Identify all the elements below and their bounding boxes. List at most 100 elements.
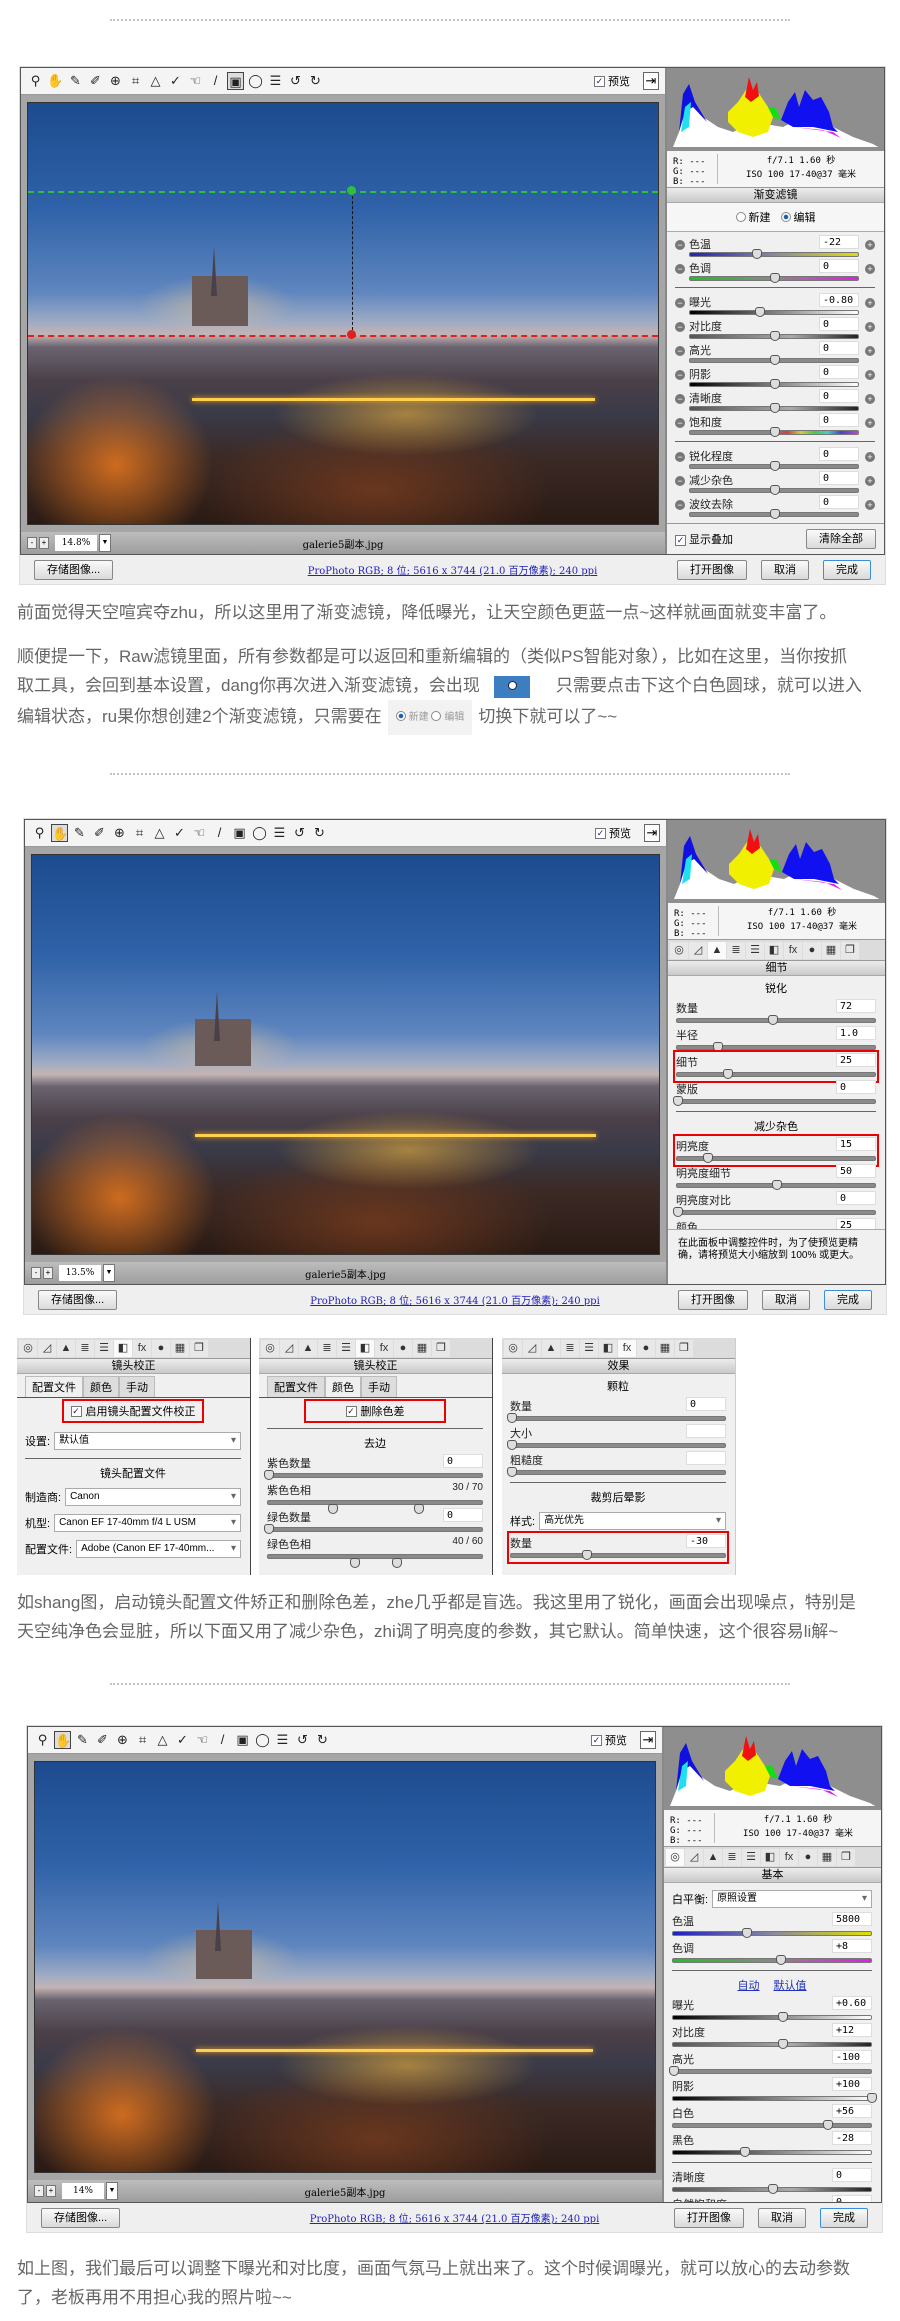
- plus-button[interactable]: +: [865, 322, 875, 332]
- gradient-end-line[interactable]: [28, 334, 658, 337]
- minus-button[interactable]: −: [675, 500, 685, 510]
- slider-value-input[interactable]: 0: [443, 1508, 483, 1522]
- save-image-button[interactable]: 存储图像...: [41, 2207, 121, 2228]
- checkbox[interactable]: ✓: [675, 535, 686, 546]
- minus-button[interactable]: −: [675, 264, 685, 274]
- zoom-out-button[interactable]: -: [31, 1267, 41, 1279]
- targeted-adjustment-tool-icon[interactable]: ⊕: [114, 1731, 131, 1749]
- slider-value-input[interactable]: [686, 1451, 726, 1465]
- split-toning-tab-icon[interactable]: ☰: [337, 1339, 355, 1357]
- done-button[interactable]: 完成: [820, 2207, 868, 2228]
- preview-checkbox[interactable]: ✓ 预览: [595, 825, 631, 841]
- plus-button[interactable]: +: [865, 264, 875, 274]
- slider-track[interactable]: [689, 355, 859, 365]
- slider-value-input[interactable]: +12: [832, 2023, 872, 2037]
- slider-value-input[interactable]: 0: [819, 389, 859, 403]
- radio-button[interactable]: [780, 212, 791, 222]
- fullscreen-toggle-icon[interactable]: ⇥: [644, 824, 660, 842]
- slider-thumb[interactable]: [770, 273, 780, 283]
- white-balance-tool-icon[interactable]: ✎: [74, 1731, 91, 1749]
- gradient-start-line[interactable]: [28, 191, 658, 194]
- lens-corrections-tab-icon[interactable]: ◧: [761, 1848, 779, 1866]
- camera-calibration-tab-icon[interactable]: ●: [803, 941, 821, 959]
- slider-track[interactable]: [507, 1467, 726, 1477]
- plus-button[interactable]: +: [865, 298, 875, 308]
- rotate-right-icon[interactable]: ↻: [307, 72, 324, 90]
- photo-preview[interactable]: [27, 102, 659, 525]
- show-overlay-checkbox[interactable]: ✓ 显示叠加: [675, 531, 733, 547]
- done-button[interactable]: 完成: [824, 1289, 872, 1310]
- slider-value-input[interactable]: 0: [443, 1454, 483, 1468]
- lens-corrections-tab-icon[interactable]: ◧: [356, 1339, 374, 1357]
- radio-new[interactable]: 新建: [735, 209, 771, 225]
- crop-tool-icon[interactable]: ⌗: [131, 824, 148, 842]
- rotate-left-icon[interactable]: ↺: [291, 824, 308, 842]
- presets-tab-icon[interactable]: ▦: [171, 1339, 189, 1357]
- slider-value-input[interactable]: 0: [819, 317, 859, 331]
- slider-value-input[interactable]: 0: [832, 2195, 872, 2202]
- sub-tab[interactable]: 手动: [361, 1376, 397, 1397]
- minus-button[interactable]: −: [675, 394, 685, 404]
- slider-track[interactable]: [672, 2120, 872, 2130]
- straighten-tool-icon[interactable]: △: [147, 72, 164, 90]
- slider-track[interactable]: [676, 1015, 876, 1025]
- effects-tab-icon[interactable]: fx: [375, 1339, 393, 1357]
- presets-tab-icon[interactable]: ▦: [656, 1339, 674, 1357]
- slider-track[interactable]: [672, 2039, 872, 2049]
- tone-curve-tab-icon[interactable]: ◿: [38, 1339, 56, 1357]
- detail-tab-icon[interactable]: ▲: [299, 1339, 317, 1357]
- slider-value-input[interactable]: 72: [836, 999, 876, 1013]
- slider-track[interactable]: [673, 1207, 876, 1217]
- radio-edit[interactable]: 编辑: [780, 209, 816, 225]
- slider-track[interactable]: [672, 2012, 872, 2022]
- slider-value-input[interactable]: 0: [819, 341, 859, 355]
- preferences-icon[interactable]: ☰: [274, 1731, 291, 1749]
- sub-tab[interactable]: 配置文件: [267, 1376, 325, 1397]
- targeted-adjustment-tool-icon[interactable]: ⊕: [111, 824, 128, 842]
- plus-button[interactable]: +: [865, 394, 875, 404]
- slider-track[interactable]: [676, 1180, 876, 1190]
- hand-tool-icon[interactable]: ✋: [54, 1731, 71, 1749]
- slider-value-input[interactable]: 5800: [832, 1912, 872, 1926]
- slider-value-input[interactable]: 0: [819, 495, 859, 509]
- zoom-tool-icon[interactable]: ⚲: [31, 824, 48, 842]
- radio-button[interactable]: [735, 212, 746, 222]
- minus-button[interactable]: −: [675, 476, 685, 486]
- save-image-button[interactable]: 存储图像...: [34, 559, 114, 580]
- zoom-dropdown[interactable]: ▼: [106, 2182, 118, 2200]
- slider-track[interactable]: [676, 1153, 876, 1163]
- workflow-options-link[interactable]: ProPhoto RGB; 8 位; 5616 x 3744 (21.0 百万像…: [310, 2210, 600, 2225]
- slider-track[interactable]: [689, 307, 859, 317]
- adjustment-brush-icon[interactable]: /: [211, 824, 228, 842]
- tone-curve-tab-icon[interactable]: ◿: [685, 1848, 703, 1866]
- slider-track[interactable]: [673, 1096, 876, 1106]
- plus-button[interactable]: +: [865, 370, 875, 380]
- plus-button[interactable]: +: [865, 500, 875, 510]
- slider-value-input[interactable]: 0: [836, 1191, 876, 1205]
- dropdown-select[interactable]: Canon: [65, 1488, 241, 1506]
- slider-thumb[interactable]: [772, 1180, 782, 1190]
- minus-button[interactable]: −: [675, 322, 685, 332]
- split-toning-tab-icon[interactable]: ☰: [580, 1339, 598, 1357]
- slider-track[interactable]: [689, 509, 859, 519]
- effects-tab-icon[interactable]: fx: [618, 1339, 636, 1357]
- graduated-filter-icon[interactable]: ▣: [227, 72, 244, 90]
- slider-value-input[interactable]: -30: [686, 1534, 726, 1548]
- slider-value-input[interactable]: 50: [836, 1164, 876, 1178]
- straighten-tool-icon[interactable]: △: [154, 1731, 171, 1749]
- basic-tab-icon[interactable]: ◎: [666, 1848, 684, 1866]
- slider-thumb[interactable]: [770, 461, 780, 471]
- zoom-in-button[interactable]: +: [43, 1267, 53, 1279]
- slider-track[interactable]: [676, 1069, 876, 1079]
- checkbox[interactable]: ✓: [591, 1734, 602, 1746]
- slider-track[interactable]: [672, 1928, 872, 1938]
- detail-tab-icon[interactable]: ▲: [57, 1339, 75, 1357]
- dropdown-select[interactable]: 高光优先: [539, 1512, 726, 1530]
- minus-button[interactable]: −: [675, 452, 685, 462]
- slider-track[interactable]: [689, 249, 859, 259]
- photo-preview[interactable]: [34, 1761, 656, 2173]
- crop-tool-icon[interactable]: ⌗: [134, 1731, 151, 1749]
- hsl-tab-icon[interactable]: ≣: [723, 1848, 741, 1866]
- red-eye-tool-icon[interactable]: ☜: [194, 1731, 211, 1749]
- cancel-button[interactable]: 取消: [758, 2207, 806, 2228]
